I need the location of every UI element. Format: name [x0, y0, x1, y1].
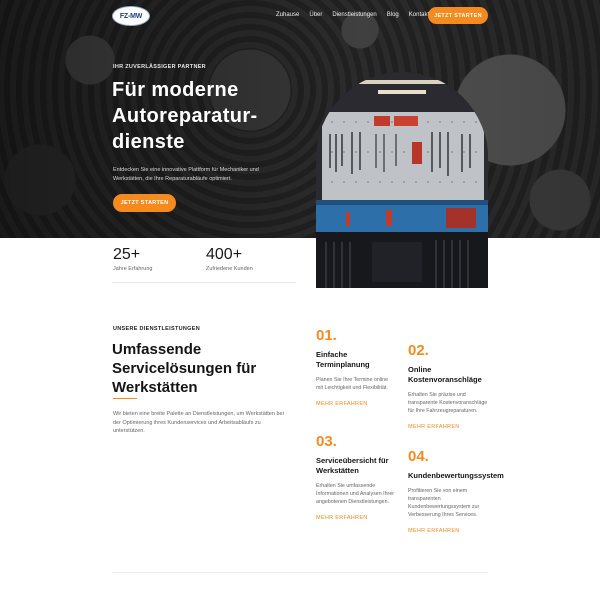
card-title: Serviceübersicht für Werkstätten [316, 456, 389, 475]
workshop-image [316, 72, 488, 288]
card-text: Erhalten Sie umfassende Informationen un… [316, 483, 395, 505]
nav-item-about[interactable]: Über [309, 12, 322, 18]
service-card-reviews: 04. Kundenbewertungssystem Profitieren S… [408, 448, 504, 537]
card-text: Erhalten Sie präzise und transparente Ko… [408, 392, 488, 414]
card-learn-more-link[interactable]: MEHR ERFAHREN [316, 401, 368, 407]
card-number: 01. [316, 327, 337, 344]
stat-customers-value: 400+ [206, 246, 243, 263]
nav-item-services[interactable]: Dienstleistungen [332, 12, 376, 18]
section-divider [112, 572, 488, 573]
stats-divider [112, 282, 296, 283]
nav-start-button[interactable]: JETZT STARTEN [428, 7, 488, 24]
service-card-estimates: 02. Online Kostenvoranschläge Erhalten S… [408, 343, 488, 433]
card-text: Planen Sie Ihre Termine online mit Leich… [316, 377, 389, 391]
main-nav: Zuhause Über Dienstleistungen Blog Konta… [276, 12, 429, 18]
nav-item-home[interactable]: Zuhause [276, 12, 299, 18]
card-text: Profitieren Sie von einem transparenten … [408, 488, 480, 518]
nav-item-contact[interactable]: Kontakt [409, 12, 429, 18]
card-number: 04. [408, 448, 429, 465]
services-title: Umfassende Servicelösungen für Werkstätt… [112, 341, 257, 396]
service-card-scheduling: 01. Einfache Terminplanung Planen Sie Ih… [316, 328, 396, 410]
stat-customers-label: Zufriedene Kunden [206, 266, 253, 272]
hero-description: Entdecken Sie eine innovative Plattform … [113, 167, 259, 182]
hero-eyebrow: IHR ZUVERLÄSSIGER PARTNER [113, 64, 206, 70]
logo-text: FZ-MW [119, 12, 143, 20]
stat-years-label: Jahre Erfahrung [113, 266, 153, 272]
card-title: Einfache Terminplanung [316, 350, 370, 369]
hero-title: Für moderne Autoreparatur-dienste [112, 79, 258, 153]
card-number: 03. [316, 433, 337, 450]
nav-item-blog[interactable]: Blog [387, 12, 399, 18]
site-logo[interactable]: FZ-MW [112, 6, 150, 26]
card-learn-more-link[interactable]: MEHR ERFAHREN [408, 528, 460, 534]
service-card-overview: 03. Serviceübersicht für Werkstätten Erh… [316, 434, 396, 524]
card-title: Kundenbewertungssystem [408, 471, 504, 480]
stat-years-value: 25+ [113, 246, 141, 263]
services-accent-line [113, 398, 137, 399]
card-learn-more-link[interactable]: MEHR ERFAHREN [316, 515, 368, 521]
card-learn-more-link[interactable]: MEHR ERFAHREN [408, 424, 460, 430]
services-description: Wir bieten eine breite Palette an Dienst… [113, 411, 284, 434]
card-number: 02. [408, 342, 429, 359]
hero-start-button[interactable]: JETZT STARTEN [113, 194, 176, 212]
services-eyebrow: UNSERE DIENSTLEISTUNGEN [113, 326, 200, 332]
card-title: Online Kostenvoranschläge [408, 365, 482, 384]
